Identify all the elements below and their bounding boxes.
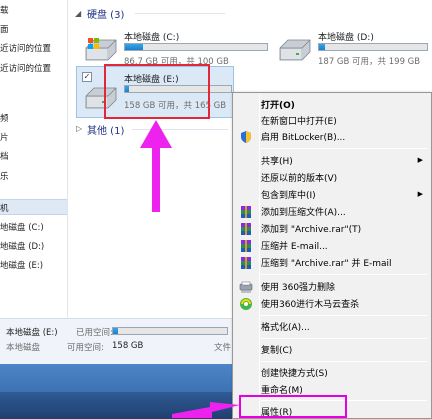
annotation-arrows [140, 120, 240, 418]
right-arrow-annotation [172, 402, 240, 418]
up-arrow-annotation [140, 120, 172, 212]
